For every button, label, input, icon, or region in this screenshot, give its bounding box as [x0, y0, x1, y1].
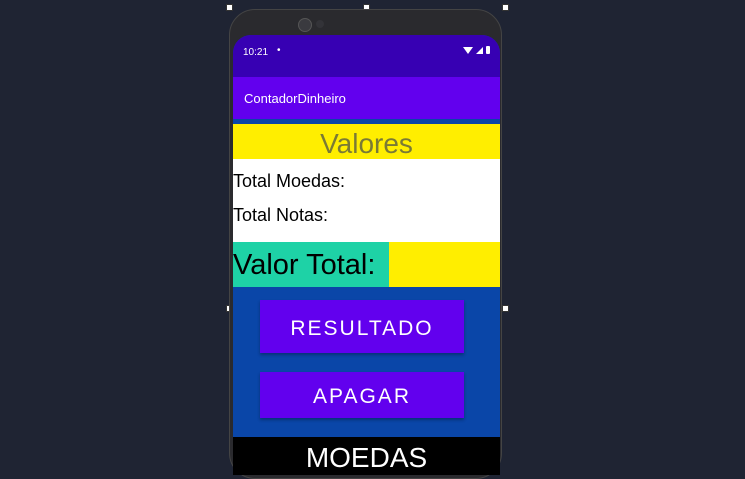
values-header: Valores	[233, 124, 500, 159]
device-screen: 10:21 • ContadorDinheiro Valores Total M…	[233, 35, 500, 475]
notification-dot-icon: •	[277, 45, 281, 56]
selection-handle-mid-right[interactable]	[502, 305, 509, 312]
total-moedas-label: Total Moedas:	[233, 171, 346, 191]
valor-total-label: Valor Total:	[233, 242, 389, 287]
status-time: 10:21	[243, 47, 269, 58]
wifi-icon	[463, 46, 473, 54]
apagar-button[interactable]: APAGAR	[260, 372, 464, 418]
sensor-icon	[316, 20, 324, 28]
valor-total-row: Valor Total:	[233, 242, 500, 287]
status-icons	[463, 46, 490, 54]
selection-handle-top-right[interactable]	[502, 4, 509, 11]
camera-icon	[298, 18, 312, 32]
total-notas-label: Total Notas:	[233, 205, 329, 225]
selection-handle-top-left[interactable]	[226, 4, 233, 11]
totals-panel: Total Moedas: Total Notas:	[233, 159, 500, 242]
moedas-header: MOEDAS	[233, 437, 500, 475]
status-bar: 10:21 •	[233, 35, 500, 77]
battery-icon	[486, 46, 490, 54]
resultado-button[interactable]: RESULTADO	[260, 300, 464, 353]
app-title: ContadorDinheiro	[244, 91, 346, 106]
app-bar: ContadorDinheiro	[233, 77, 500, 119]
signal-icon	[476, 46, 483, 54]
